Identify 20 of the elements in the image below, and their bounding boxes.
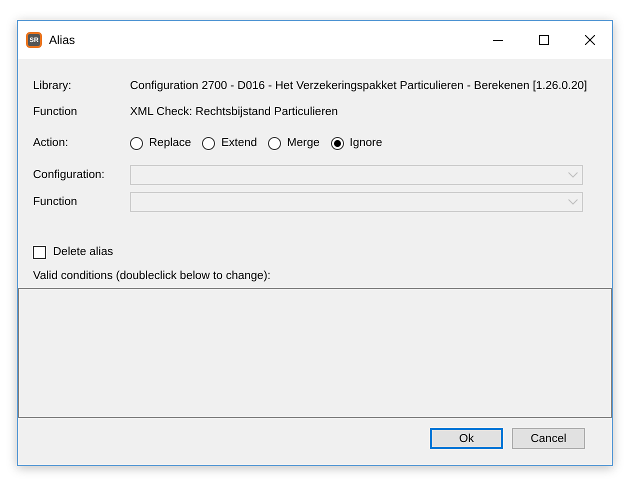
- chevron-down-icon: [568, 172, 578, 178]
- ok-button[interactable]: Ok: [430, 428, 503, 449]
- radio-option[interactable]: Ignore: [330, 136, 382, 150]
- chevron-down-icon: [568, 198, 578, 204]
- radio-option[interactable]: Extend: [202, 136, 258, 150]
- field-value: Configuration 2700 - D016 - Het Verzekeringspakket Particulieren - Berekenen [1.26.0.20]: [130, 80, 588, 92]
- field-value: XML Check: Rechtsbijstand Particulieren: [130, 106, 338, 118]
- field-label: Function: [33, 196, 78, 208]
- window-title: Alias: [49, 33, 76, 47]
- field-label: Action:: [33, 137, 70, 149]
- cancel-button[interactable]: Cancel: [512, 428, 585, 449]
- conditions-label: Valid conditions (doubleclick below to change):: [33, 270, 272, 282]
- close-icon[interactable]: [585, 35, 595, 45]
- field-label: Configuration:: [33, 168, 106, 180]
- radio-option[interactable]: Replace: [130, 136, 192, 150]
- radio-option[interactable]: Merge: [268, 136, 320, 150]
- maximize-icon[interactable]: [539, 35, 549, 45]
- delete-alias-checkbox[interactable]: Delete alias: [33, 243, 612, 261]
- field-label: Library:: [33, 80, 72, 92]
- field-label: Function: [33, 106, 78, 118]
